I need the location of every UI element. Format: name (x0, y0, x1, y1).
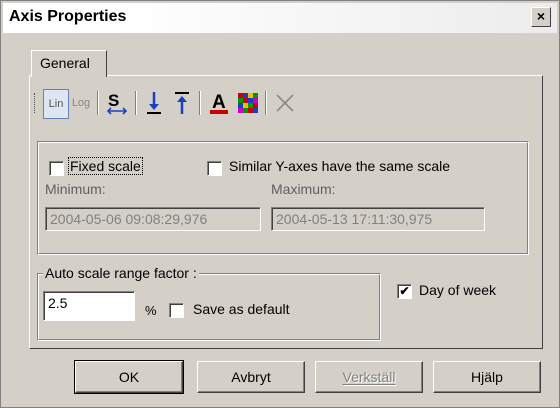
percent-unit: % (145, 303, 157, 318)
delete-button[interactable] (271, 89, 299, 117)
linear-scale-label: Lin (48, 98, 64, 110)
color-palette-icon (238, 93, 258, 113)
similar-y-axes-label: Similar Y-axes have the same scale (229, 158, 450, 174)
day-of-week-label: Day of week (419, 282, 497, 298)
linear-scale-button[interactable]: Lin (43, 89, 69, 119)
maximum-field[interactable]: 2004-05-13 17:11:30,975 (271, 207, 485, 231)
cancel-button[interactable]: Avbryt (197, 361, 305, 393)
toolbar-separator (199, 91, 201, 115)
svg-text:A: A (212, 92, 226, 113)
day-of-week-checkbox[interactable]: ✔ (397, 284, 412, 299)
fixed-scale-checkbox[interactable] (49, 161, 64, 176)
align-bottom-button[interactable] (141, 89, 167, 117)
dialog-title: Axis Properties (9, 8, 127, 25)
toolbar-separator (135, 91, 137, 115)
apply-button[interactable]: Verkställ (315, 361, 423, 393)
tab-general[interactable]: General (31, 50, 107, 77)
toolbar-separator (97, 91, 99, 115)
maximum-label: Maximum: (271, 181, 336, 197)
link-axes-button[interactable]: S (103, 89, 131, 117)
minimum-label: Minimum: (45, 181, 106, 197)
toolbar-grip[interactable] (34, 93, 38, 113)
auto-scale-range-label: Auto scale range factor : (43, 265, 199, 281)
toolbar-separator (265, 91, 267, 115)
axis-properties-dialog: Axis Properties × General Lin Log S A Fi… (0, 0, 560, 408)
tab-general-label: General (40, 55, 90, 71)
title-bar[interactable]: Axis Properties × (3, 3, 557, 33)
link-axes-icon: S (106, 91, 128, 115)
axis-toolbar: Lin Log S A (33, 85, 359, 121)
svg-text:S: S (108, 91, 119, 110)
font-color-button[interactable]: A (205, 89, 233, 117)
similar-y-axes-checkbox[interactable] (207, 161, 222, 176)
auto-scale-range-input[interactable]: 2.5 (43, 291, 135, 321)
align-bottom-icon (147, 92, 161, 114)
delete-icon (276, 94, 294, 112)
color-palette-button[interactable] (235, 89, 261, 117)
apply-label: Verkställ (342, 369, 396, 385)
save-as-default-checkbox[interactable] (169, 303, 184, 318)
close-button[interactable]: × (531, 7, 551, 27)
align-top-icon (175, 92, 189, 114)
minimum-field[interactable]: 2004-05-06 09:08:29,976 (45, 207, 261, 231)
font-color-icon: A (210, 92, 228, 114)
align-top-button[interactable] (169, 89, 195, 117)
log-scale-button[interactable]: Log (69, 89, 93, 117)
help-button[interactable]: Hjälp (433, 361, 541, 393)
log-scale-label: Log (71, 97, 91, 109)
ok-button[interactable]: OK (74, 360, 184, 394)
save-as-default-label: Save as default (193, 301, 290, 317)
fixed-scale-label: Fixed scale (68, 157, 143, 175)
